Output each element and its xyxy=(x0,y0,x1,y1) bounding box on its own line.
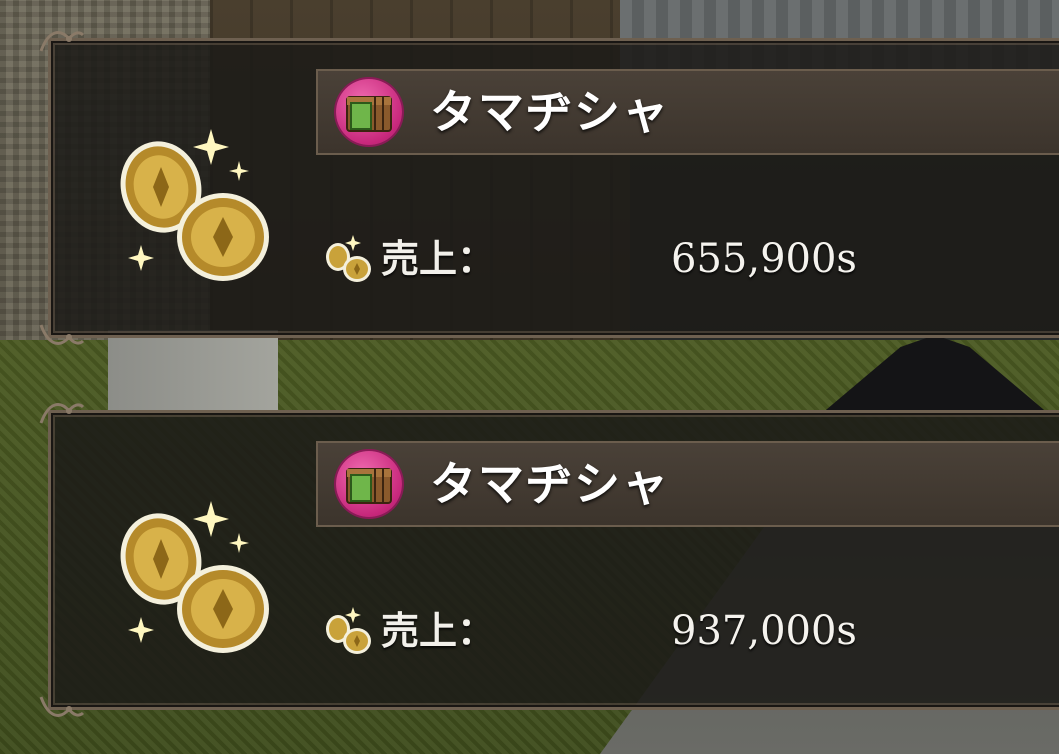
gold-coins-icon xyxy=(321,233,377,285)
sales-label: 売上： xyxy=(381,609,496,653)
sales-label: 売上： xyxy=(381,237,496,281)
ornament-corner-icon xyxy=(39,397,85,427)
shop-name: タマヂシャ xyxy=(430,457,670,511)
treasure-chest-icon xyxy=(336,451,402,517)
treasure-chest-icon xyxy=(336,79,402,145)
stone-pillar xyxy=(108,330,278,410)
gold-coins-icon xyxy=(111,109,281,289)
sales-amount: 937,000s xyxy=(671,608,857,654)
sales-row: 売上： 937,000s xyxy=(321,601,921,661)
sales-row: 売上： 655,900s xyxy=(321,229,921,289)
gold-coins-icon xyxy=(321,605,377,657)
gold-coins-icon xyxy=(111,481,281,661)
shop-name: タマヂシャ xyxy=(430,85,670,139)
sales-notification-panel: タマヂシャ 売上： 655,900s xyxy=(39,31,1059,345)
sales-amount: 655,900s xyxy=(671,236,857,282)
shop-name-bar: タマヂシャ xyxy=(316,69,1059,155)
ornament-corner-icon xyxy=(39,693,85,723)
ornament-corner-icon xyxy=(39,25,85,55)
sales-notification-panel: タマヂシャ 売上： 937,000s xyxy=(39,403,1059,717)
shop-name-bar: タマヂシャ xyxy=(316,441,1059,527)
ornament-corner-icon xyxy=(39,321,85,351)
